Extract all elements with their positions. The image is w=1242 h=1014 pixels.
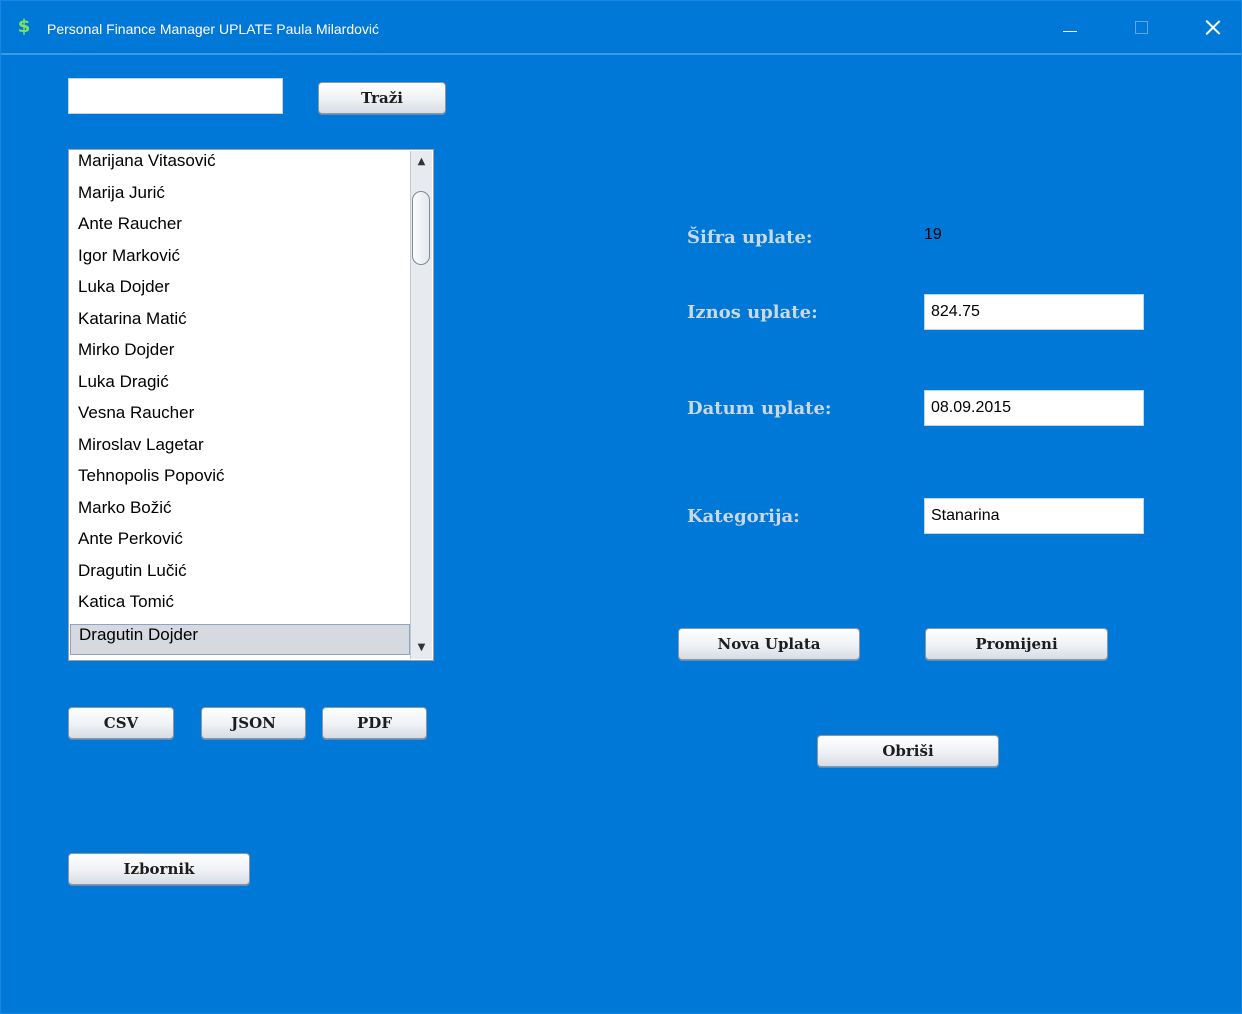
list-item[interactable]: Luka Dojder <box>70 277 410 309</box>
list-scrollbar[interactable]: ▲ ▼ <box>410 151 432 659</box>
list-item-selected[interactable]: Dragutin Dojder <box>70 623 410 655</box>
amount-field[interactable] <box>924 294 1144 330</box>
list-item[interactable]: Ante Perković <box>70 529 410 561</box>
list-item[interactable]: Marko Božić <box>70 498 410 530</box>
maximize-button[interactable] <box>1121 11 1163 43</box>
list-item[interactable]: Tehnopolis Popović <box>70 466 410 498</box>
csv-export-button[interactable]: CSV <box>68 707 174 739</box>
amount-label: Iznos uplate: <box>687 302 818 323</box>
payer-list[interactable]: Marijana Vitasović Marija Jurić Ante Rau… <box>68 149 434 661</box>
date-label: Datum uplate: <box>687 398 832 419</box>
list-item[interactable]: Katica Tomić <box>70 592 410 624</box>
app-window: $ Personal Finance Manager UPLATE Paula … <box>0 0 1242 1014</box>
list-item[interactable]: Marijana Vitasović <box>70 151 410 183</box>
list-item[interactable]: Miroslav Lagetar <box>70 435 410 467</box>
scroll-thumb[interactable] <box>412 191 430 265</box>
payment-id-label: Šifra uplate: <box>687 227 813 248</box>
payer-list-items: Marijana Vitasović Marija Jurić Ante Rau… <box>70 151 410 659</box>
title-bar[interactable]: $ Personal Finance Manager UPLATE Paula … <box>1 1 1241 55</box>
window-title: Personal Finance Manager UPLATE Paula Mi… <box>47 21 380 37</box>
scroll-up-arrow-icon[interactable]: ▲ <box>411 153 432 171</box>
list-item[interactable]: Marija Jurić <box>70 183 410 215</box>
change-button[interactable]: Promijeni <box>925 628 1108 660</box>
payment-id-value: 19 <box>924 226 942 243</box>
menu-button[interactable]: Izbornik <box>68 853 250 885</box>
list-item[interactable]: Katarina Matić <box>70 309 410 341</box>
delete-button[interactable]: Obriši <box>817 735 999 767</box>
json-export-button[interactable]: JSON <box>201 707 306 739</box>
close-button[interactable] <box>1191 11 1233 43</box>
list-item[interactable]: Ante Raucher <box>70 214 410 246</box>
category-field[interactable] <box>924 498 1144 534</box>
list-item[interactable]: Dragutin Lučić <box>70 561 410 593</box>
list-item[interactable]: Igor Marković <box>70 246 410 278</box>
list-item[interactable]: Vesna Raucher <box>70 403 410 435</box>
date-field[interactable] <box>924 390 1144 426</box>
pdf-export-button[interactable]: PDF <box>322 707 427 739</box>
list-item[interactable]: Mirko Dojder <box>70 340 410 372</box>
new-payment-button[interactable]: Nova Uplata <box>678 628 860 660</box>
scroll-down-arrow-icon[interactable]: ▼ <box>411 639 432 657</box>
search-input[interactable] <box>68 78 283 114</box>
search-button[interactable]: Traži <box>318 82 446 114</box>
dollar-icon: $ <box>17 16 31 37</box>
list-item[interactable]: Luka Dragić <box>70 372 410 404</box>
minimize-button[interactable] <box>1049 11 1091 43</box>
category-label: Kategorija: <box>687 506 800 527</box>
